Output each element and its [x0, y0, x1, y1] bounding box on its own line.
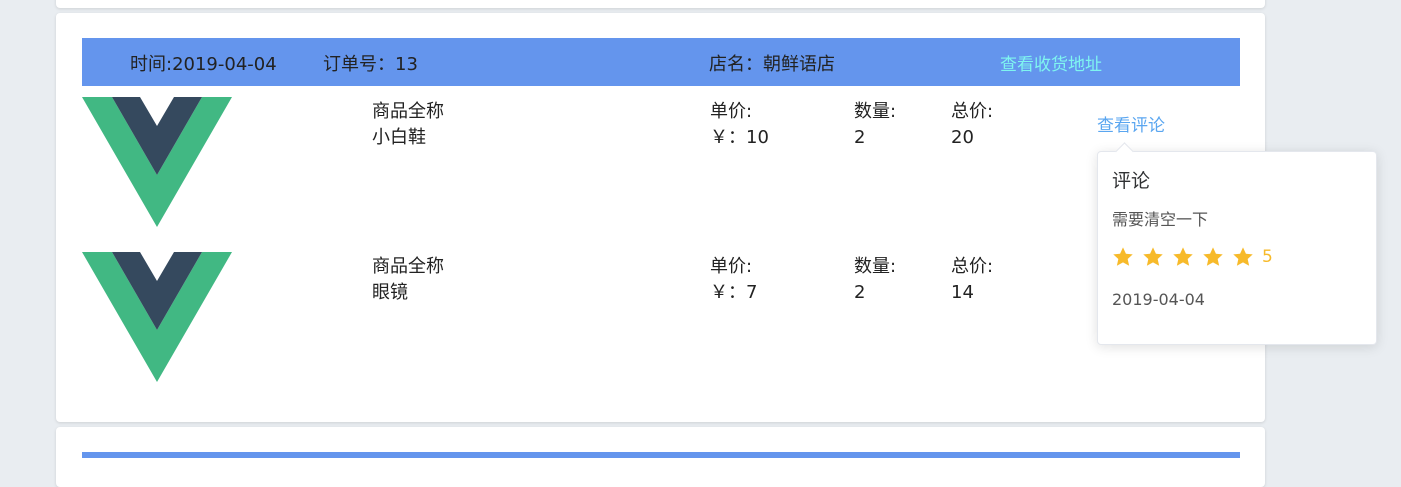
item-name-cell: 商品全称 眼镜 [372, 254, 444, 306]
item-total: 20 [951, 127, 974, 148]
order-header: 时间:2019-04-04 订单号：13 店名：朝鲜语店 查看收货地址 [82, 38, 1240, 86]
item-qty-label: 数量: [854, 101, 897, 122]
item-qty-label: 数量: [854, 256, 897, 277]
item-qty-cell: 数量: 2 [854, 99, 896, 151]
item-name: 小白鞋 [372, 127, 426, 148]
item-price-label: 单价: [710, 256, 753, 277]
item-name-label: 商品全称 [372, 101, 444, 122]
next-order-header [82, 452, 1240, 458]
review-content: 需要清空一下 [1112, 210, 1209, 229]
review-date: 2019-04-04 [1112, 290, 1205, 309]
item-total-cell: 总价: 20 [951, 99, 993, 151]
item-price-cell: 单价: ￥：7 [710, 254, 757, 306]
star-icon[interactable] [1202, 246, 1224, 268]
order-number: 订单号：13 [323, 54, 418, 75]
order-card: 时间:2019-04-04 订单号：13 店名：朝鲜语店 查看收货地址 商品全称… [56, 13, 1265, 422]
item-total-cell: 总价: 14 [951, 254, 993, 306]
star-icon[interactable] [1112, 246, 1134, 268]
item-name-label: 商品全称 [372, 256, 444, 277]
order-time: 时间:2019-04-04 [130, 54, 277, 75]
previous-order-card [56, 0, 1265, 8]
item-qty: 2 [854, 127, 866, 148]
review-popover: 评论 需要清空一下 5 2019-04-04 [1097, 142, 1377, 345]
vue-logo-icon [82, 252, 232, 382]
item-price: ￥：10 [710, 127, 769, 148]
order-item: 商品全称 眼镜 单价: ￥：7 数量: 2 总价: 14 [82, 252, 1240, 392]
star-icon[interactable] [1142, 246, 1164, 268]
item-total-label: 总价: [951, 256, 994, 277]
shop-name: 店名：朝鲜语店 [709, 54, 835, 75]
review-rating: 5 [1112, 245, 1273, 269]
item-price-cell: 单价: ￥：10 [710, 99, 769, 151]
next-order-card [56, 427, 1265, 487]
vue-logo-icon [82, 97, 232, 227]
item-total-label: 总价: [951, 101, 994, 122]
star-icon[interactable] [1172, 246, 1194, 268]
item-price-label: 单价: [710, 101, 753, 122]
item-total: 14 [951, 282, 974, 303]
item-name-cell: 商品全称 小白鞋 [372, 99, 444, 151]
order-item: 商品全称 小白鞋 单价: ￥：10 数量: 2 总价: 20 查看评论 [82, 97, 1240, 237]
rating-score: 5 [1262, 247, 1273, 267]
item-qty: 2 [854, 282, 866, 303]
review-title: 评论 [1112, 170, 1151, 192]
item-price: ￥：7 [710, 282, 758, 303]
item-name: 眼镜 [372, 282, 408, 303]
star-icon[interactable] [1232, 246, 1254, 268]
view-address-link[interactable]: 查看收货地址 [1000, 50, 1102, 75]
view-review-link[interactable]: 查看评论 [1097, 111, 1165, 136]
item-qty-cell: 数量: 2 [854, 254, 896, 306]
